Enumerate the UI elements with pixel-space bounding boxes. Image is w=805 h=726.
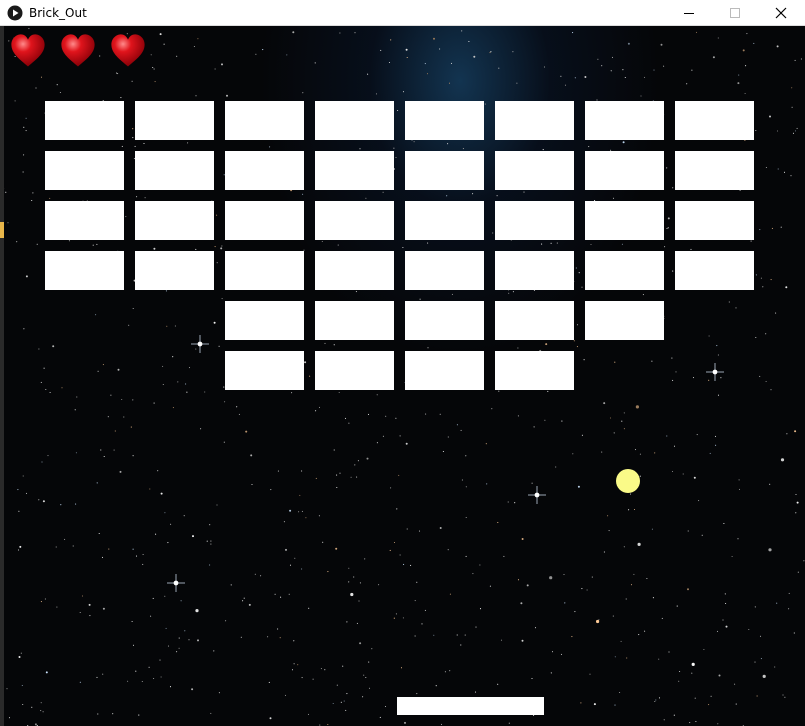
brick: [675, 251, 754, 290]
heart-life-icon: [111, 34, 145, 67]
brick: [495, 351, 574, 390]
heart-life-icon: [11, 34, 45, 67]
brick: [315, 201, 394, 240]
brick: [45, 251, 124, 290]
brick: [135, 251, 214, 290]
close-icon: [775, 7, 787, 19]
minimize-icon: [684, 13, 694, 14]
brick: [495, 301, 574, 340]
brick: [315, 101, 394, 140]
brick: [495, 251, 574, 290]
brick: [405, 151, 484, 190]
paddle[interactable]: [397, 697, 544, 715]
brick: [225, 101, 304, 140]
brick: [495, 101, 574, 140]
window-left-marker: [0, 222, 4, 238]
title-bar: Brick_Out: [0, 0, 805, 26]
heart-life-icon: [61, 34, 95, 67]
close-button[interactable]: [758, 0, 804, 26]
brick: [225, 151, 304, 190]
brick: [405, 351, 484, 390]
brick: [135, 151, 214, 190]
brick: [225, 301, 304, 340]
brick: [45, 101, 124, 140]
brick: [585, 301, 664, 340]
ball: [616, 469, 640, 493]
brick: [585, 151, 664, 190]
brick: [315, 151, 394, 190]
brick: [45, 151, 124, 190]
game-canvas[interactable]: [0, 26, 805, 726]
brick: [675, 151, 754, 190]
brick: [405, 251, 484, 290]
brick: [675, 201, 754, 240]
window-left-edge: [0, 26, 4, 726]
brick: [45, 201, 124, 240]
brick: [495, 151, 574, 190]
brick: [675, 101, 754, 140]
brick: [315, 251, 394, 290]
brick: [495, 201, 574, 240]
brick: [405, 301, 484, 340]
brick: [225, 201, 304, 240]
brick: [135, 101, 214, 140]
maximize-icon: [730, 8, 740, 18]
brick: [315, 351, 394, 390]
brick: [315, 301, 394, 340]
window-title: Brick_Out: [29, 6, 87, 20]
brick: [405, 101, 484, 140]
brick: [585, 201, 664, 240]
brick: [585, 251, 664, 290]
processing-app-icon: [7, 5, 23, 21]
brick: [405, 201, 484, 240]
maximize-button[interactable]: [712, 0, 758, 26]
brick: [225, 351, 304, 390]
brick: [225, 251, 304, 290]
minimize-button[interactable]: [666, 0, 712, 26]
brick: [135, 201, 214, 240]
brick: [585, 101, 664, 140]
